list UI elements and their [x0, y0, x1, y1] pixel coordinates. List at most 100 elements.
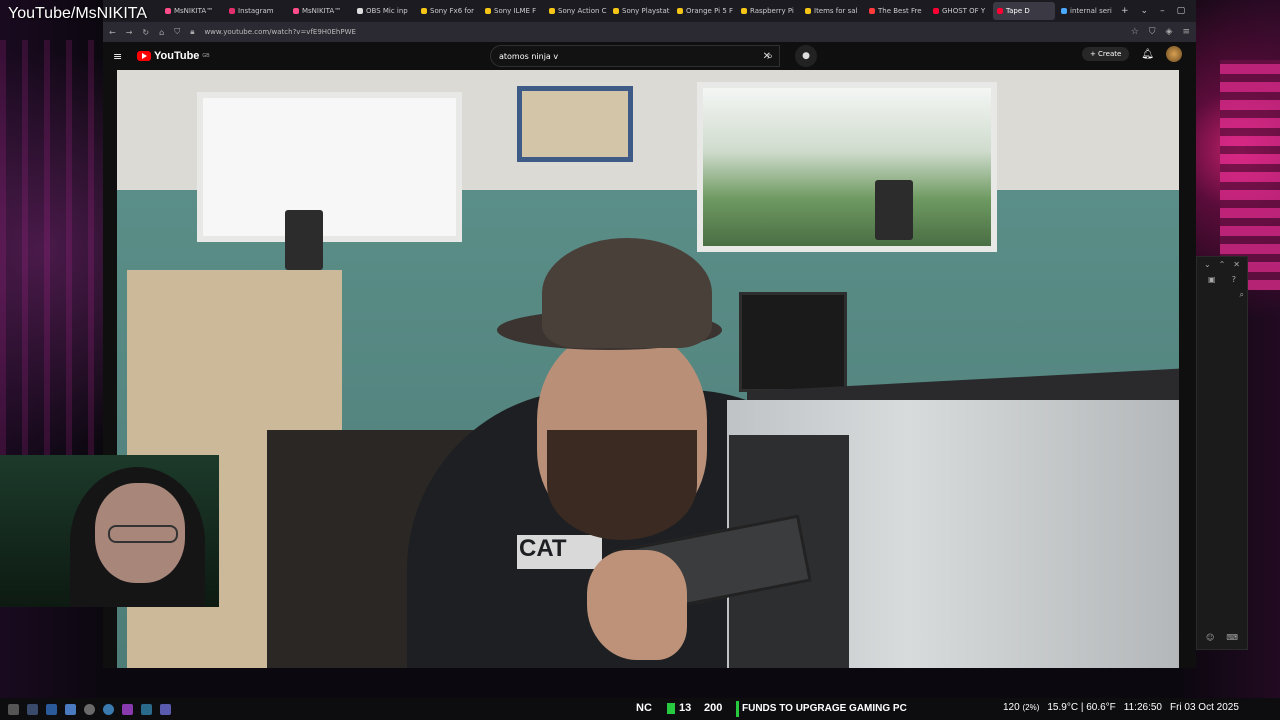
- tab-bar: MsNIKITA™ Instagram MsNIKITA™ OBS Mic inp So…: [103, 0, 1196, 22]
- menu-icon[interactable]: ≡: [1182, 27, 1190, 37]
- notifications-bell-icon[interactable]: 🔔︎: [1141, 49, 1154, 60]
- view-count: 200: [704, 702, 723, 714]
- tab-favicon-icon: [933, 8, 939, 14]
- taskbar: NC 13 200 FUNDS TO UPGRAGE GAMING PC 120…: [0, 698, 1280, 720]
- extension-icon[interactable]: ◈: [1166, 27, 1173, 37]
- video-player[interactable]: CAT: [117, 70, 1179, 668]
- browser-tab[interactable]: internal seri: [1057, 2, 1119, 20]
- shield-extension-icon[interactable]: ⛉: [1149, 27, 1156, 37]
- voice-search-mic-icon[interactable]: ●: [795, 45, 817, 67]
- lock-icon[interactable]: 🔒︎: [190, 27, 194, 37]
- side-panel-search: ⌕: [1197, 287, 1247, 303]
- browser-tab[interactable]: Instagram: [225, 2, 287, 20]
- tab-favicon-icon: [293, 8, 299, 14]
- tab-list-icon[interactable]: ⌄: [1141, 6, 1149, 16]
- terminal-icon[interactable]: [65, 703, 76, 715]
- browser-icon[interactable]: [103, 703, 114, 715]
- tab-favicon-icon: [741, 8, 747, 14]
- discord-icon[interactable]: [160, 703, 171, 715]
- minimize-icon[interactable]: –: [1160, 6, 1165, 16]
- fps-readout: 120 (2%): [1003, 702, 1039, 713]
- browser-tab[interactable]: Sony Playstat: [609, 2, 671, 20]
- gamepad-icon[interactable]: ⌨: [1226, 633, 1238, 642]
- shield-icon[interactable]: ⛉: [174, 27, 180, 37]
- tab-label: Sony Fx6 for: [430, 7, 475, 15]
- tab-favicon-icon: [805, 8, 811, 14]
- search-icon[interactable]: ⌕: [1240, 290, 1244, 300]
- chevron-down-icon[interactable]: ⌄: [1204, 260, 1211, 269]
- bookmark-star-icon[interactable]: ☆: [1131, 27, 1139, 37]
- fps-percent: (2%): [1022, 703, 1040, 712]
- browser-tab[interactable]: Sony Fx6 for: [417, 2, 479, 20]
- video-hat-crown: [542, 238, 712, 348]
- browser-tab[interactable]: The Best Fre: [865, 2, 927, 20]
- maximize-icon[interactable]: ▢: [1177, 6, 1186, 16]
- start-icon[interactable]: [8, 703, 19, 715]
- app-icon[interactable]: [46, 703, 57, 715]
- tab-favicon-icon: [677, 8, 683, 14]
- youtube-logo[interactable]: YouTube GB: [137, 50, 210, 62]
- tab-favicon-icon: [165, 8, 171, 14]
- chat-app-icon[interactable]: [141, 703, 152, 715]
- youtube-header-actions: + Create 🔔︎: [1081, 46, 1182, 62]
- account-avatar[interactable]: [1166, 46, 1182, 62]
- tab-label: GHOST OF Y: [942, 7, 986, 15]
- neon-background-left: [0, 40, 100, 460]
- tab-label: MsNIKITA™: [174, 7, 214, 15]
- file-manager-icon[interactable]: [27, 703, 38, 715]
- tab-label: MsNIKITA™: [302, 7, 342, 15]
- browser-tab[interactable]: MsNIKITA™: [161, 2, 223, 20]
- side-chat-panel: ⌄ ⌃ ✕ ▣ ? ⌕ ☺ ⌨: [1196, 256, 1248, 650]
- tab-favicon-icon: [357, 8, 363, 14]
- tab-label: Raspberry Pi: [750, 7, 794, 15]
- new-tab-icon[interactable]: +: [1121, 6, 1129, 16]
- browser-tab[interactable]: Sony ILME F: [481, 2, 543, 20]
- donation-goal: FUNDS TO UPGRAGE GAMING PC: [736, 701, 907, 717]
- obs-icon[interactable]: [84, 703, 95, 715]
- video-hand: [587, 550, 687, 660]
- fps-value: 120: [1003, 702, 1020, 713]
- editor-icon[interactable]: [122, 703, 133, 715]
- side-panel-toolbar: ▣ ?: [1197, 272, 1247, 287]
- close-icon[interactable]: ✕: [1233, 260, 1240, 269]
- tab-favicon-icon: [421, 8, 427, 14]
- pip-icon[interactable]: ▣: [1208, 275, 1216, 284]
- subscriber-badge-icon: [667, 702, 675, 714]
- browser-tab[interactable]: Tape D: [993, 2, 1055, 20]
- chevron-up-icon[interactable]: ⌃: [1219, 260, 1226, 269]
- stream-overlay-title: YouTube/MsNIKITA: [8, 5, 148, 22]
- desktop: YouTube/MsNIKITA MsNIKITA™ Instagram MsNIK…: [0, 0, 1280, 720]
- side-panel-footer: ☺ ⌨: [1197, 630, 1247, 645]
- create-label: Create: [1098, 50, 1122, 58]
- tab-label: The Best Fre: [878, 7, 922, 15]
- tab-label: internal seri: [1070, 7, 1112, 15]
- browser-tab[interactable]: Orange Pi 5 F: [673, 2, 735, 20]
- forward-icon[interactable]: →: [126, 28, 133, 37]
- video-speaker-left: [285, 210, 323, 270]
- browser-tab[interactable]: GHOST OF Y: [929, 2, 991, 20]
- help-icon[interactable]: ?: [1232, 275, 1236, 284]
- tab-favicon-icon: [229, 8, 235, 14]
- video-person-beard: [547, 430, 697, 540]
- browser-tab[interactable]: Items for sal: [801, 2, 863, 20]
- back-icon[interactable]: ←: [109, 28, 116, 37]
- reload-icon[interactable]: ↻: [142, 28, 149, 37]
- browser-tab[interactable]: Raspberry Pi: [737, 2, 799, 20]
- browser-tab[interactable]: Sony Action C: [545, 2, 607, 20]
- url-bar: ← → ↻ ⌂ ⛉ 🔒︎ www.youtube.com/watch?v=vfE…: [103, 22, 1196, 42]
- system-stats: 120 (2%) 15.9°C | 60.6°F 11:26:50 Fri 03…: [1003, 702, 1239, 713]
- browser-tab[interactable]: MsNIKITA™: [289, 2, 351, 20]
- emoji-icon[interactable]: ☺: [1206, 633, 1214, 642]
- search-input[interactable]: atomos ninja v ✕: [490, 45, 780, 67]
- search-icon[interactable]: ⌕: [760, 45, 780, 67]
- browser-tab[interactable]: OBS Mic inp: [353, 2, 415, 20]
- hamburger-menu-icon[interactable]: ≡: [113, 50, 125, 63]
- create-button[interactable]: + Create: [1081, 47, 1130, 61]
- search-query-text: atomos ninja v: [499, 51, 559, 61]
- tab-list: MsNIKITA™ Instagram MsNIKITA™ OBS Mic inp So…: [161, 2, 1119, 20]
- home-icon[interactable]: ⌂: [159, 28, 164, 37]
- region-code: GB: [202, 53, 210, 59]
- tab-favicon-icon: [485, 8, 491, 14]
- side-panel-window-controls: ⌄ ⌃ ✕: [1197, 257, 1247, 272]
- address-field[interactable]: www.youtube.com/watch?v=vfE9H0EhPWE: [204, 28, 1120, 36]
